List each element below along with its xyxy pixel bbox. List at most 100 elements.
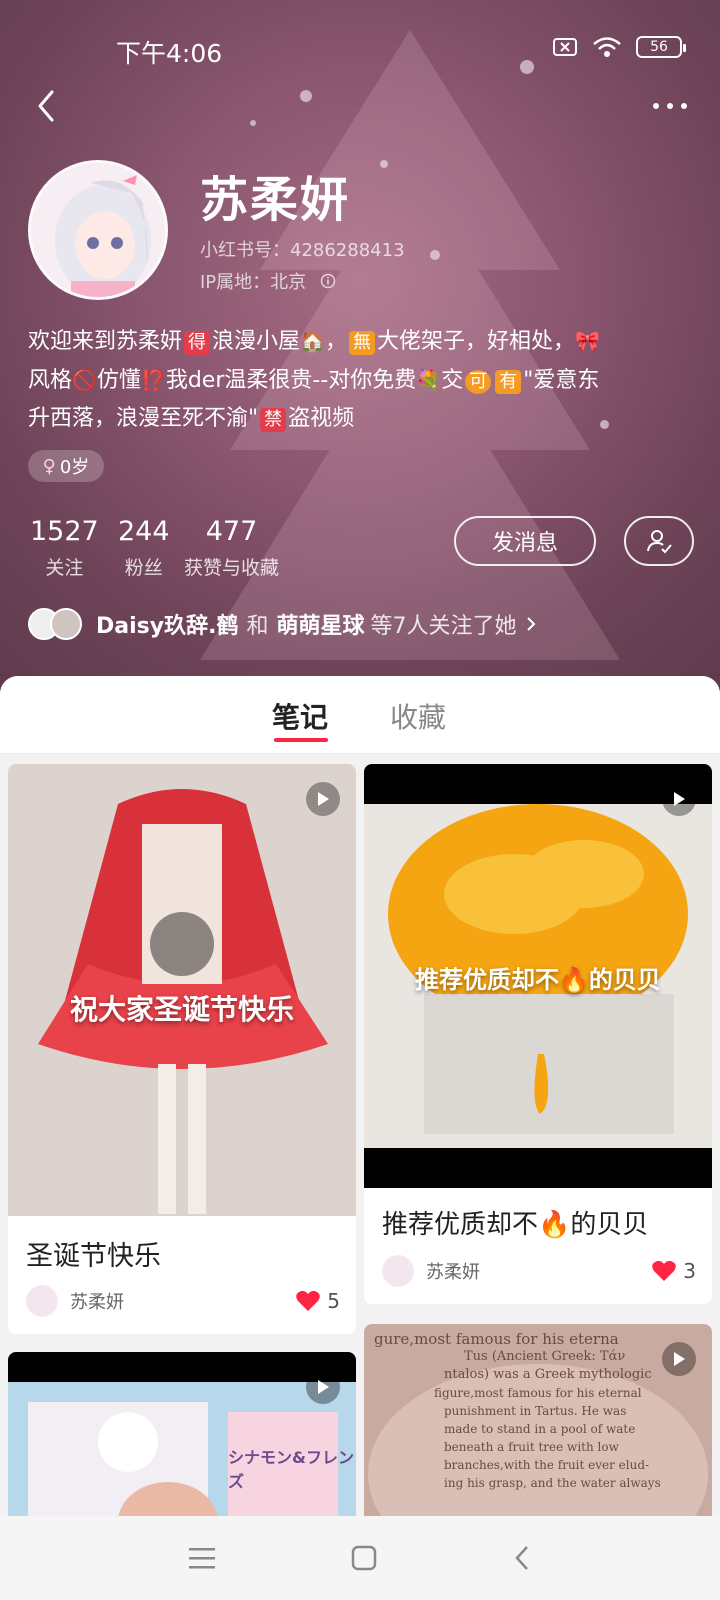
wifi-icon [593,37,621,57]
cover-text-line: figure,most famous for his eternal [434,1386,642,1400]
cover-text-line: ntalos) was a Greek mythologic [444,1367,652,1382]
like-count[interactable]: 3 [651,1259,696,1283]
info-icon[interactable] [320,273,336,289]
anime-avatar-illustration [31,163,165,297]
bio-text: 我der温柔很贵--对你免费 [165,368,417,393]
author-avatar [26,1285,58,1317]
menu-icon[interactable] [187,1545,217,1571]
gender-age-tag: ♀ 0岁 [28,450,104,482]
note-footer: 苏柔妍 3 [382,1254,696,1288]
de-badge-icon: 得 [184,331,211,355]
bio-line: 欢迎来到苏柔妍得浪漫小屋🏠，無大佬架子，好相处，🎀 [28,322,692,361]
female-icon: ♀ [42,455,56,477]
send-message-button[interactable]: 发消息 [454,516,596,566]
ke-badge-icon: 可 [465,370,492,394]
cover-text-line: punishment in Tartus. He was [444,1404,627,1418]
mutual-name-1: Daisy玖辞.鹤 [96,614,239,639]
following-label: 关注 [45,557,84,579]
back-arrow-icon[interactable] [28,86,68,126]
tab-bar: 笔记 收藏 [0,676,720,754]
back-icon[interactable] [511,1544,533,1572]
video-play-icon [662,1342,696,1376]
tab-collect[interactable]: 收藏 [390,696,446,736]
more-options-icon[interactable] [650,96,690,116]
mutual-followers[interactable]: Daisy玖辞.鹤 和 萌萌星球 等7人关注了她 [28,604,540,644]
note-card[interactable]: 祝大家圣诞节快乐 圣诞节快乐 苏柔妍 5 [8,764,356,1334]
jin-badge-icon: 禁 [260,408,287,432]
following-count: 1527 [30,516,99,547]
note-card[interactable]: 推荐优质却不🔥的贝贝 推荐优质却不🔥的贝贝 苏柔妍 3 [364,764,712,1304]
mutual-name-2: 萌萌星球 [276,614,365,639]
like-count[interactable]: 5 [295,1289,340,1313]
system-nav-bar [0,1516,720,1600]
age-text: 0岁 [59,457,90,478]
home-icon[interactable] [350,1544,378,1572]
bio-text: 风格 [28,368,73,393]
fans-label: 粉丝 [124,557,163,579]
chevron-right-icon [527,617,536,631]
profile-avatar[interactable] [28,160,168,300]
note-card[interactable]: シナモン&フレンズ [8,1352,356,1516]
video-play-icon [662,782,696,816]
cover-text-line: beneath a fruit tree with low [444,1440,619,1454]
followed-button[interactable] [624,516,694,566]
bio-text: 大佬架子，好相处， [376,329,575,354]
following-stat[interactable]: 1527 关注 [30,516,99,580]
note-title: 推荐优质却不🔥的贝贝 [382,1210,649,1240]
profile-bio: 欢迎来到苏柔妍得浪漫小屋🏠，無大佬架子，好相处，🎀 风格🚫仿懂⁉️我der温柔很… [28,322,692,438]
author-avatar [382,1255,414,1287]
cover-text-line: made to stand in a pool of wate [444,1422,636,1436]
cover-text-line: gure,most famous for his eterna [374,1330,619,1348]
ip-location: IP属地：北京 [200,272,307,293]
battery-icon: 56 [636,36,686,58]
note-footer: 苏柔妍 5 [26,1284,340,1318]
cover-text-line: ing his grasp, and the water always [444,1476,661,1490]
status-time: 下午4:06 [116,39,223,68]
cover-text-heading: Tus (Ancient Greek: Tάν [464,1349,626,1364]
heart-icon [296,1290,321,1311]
status-icons: 56 [552,36,686,58]
video-play-icon [306,782,340,816]
note-title: 圣诞节快乐 [26,1241,161,1272]
like-number: 5 [327,1289,340,1313]
author-name: 苏柔妍 [70,1292,124,1313]
bio-text: 交 [441,368,464,393]
you-badge-icon: 有 [495,370,522,394]
sim-none-icon [553,38,577,56]
user-check-icon [647,530,672,554]
likes-label: 获赞与收藏 [184,557,280,579]
cover-overlay-text: 推荐优质却不🔥的贝贝 [415,966,661,994]
cover-overlay-text: 祝大家圣诞节快乐 [69,993,294,1026]
bouquet-icon: 💐 [416,368,442,392]
cover-overlay-text: シナモン&フレンズ [228,1448,354,1491]
content-sheet: 笔记 收藏 祝大家圣诞节快乐 圣诞节快乐 苏柔妍 5 推荐优质却不🔥的贝贝 推荐… [0,676,720,1516]
author-name: 苏柔妍 [426,1262,480,1283]
video-play-icon [306,1370,340,1404]
fans-stat[interactable]: 244 粉丝 [118,516,170,580]
bio-text: 盗视频 [288,406,355,431]
cover-text-line: branches,with the fruit ever elud- [444,1458,650,1472]
profile-name: 苏柔妍 [200,172,351,228]
bio-line: 风格🚫仿懂⁉️我der温柔很贵--对你免费💐交可有 "爱意东 [28,361,692,400]
active-tab-indicator [274,738,328,742]
mutual-and: 和 [246,614,269,639]
tab-notes[interactable]: 笔记 [272,696,328,736]
note-card[interactable]: gure,most famous for his eterna Tus (Anc… [364,1324,712,1516]
bio-text: "爱意东 [523,368,600,393]
bio-text: 浪漫小屋 [212,329,301,354]
likes-stat[interactable]: 477 获赞与收藏 [184,516,279,580]
prohibited-icon: 🚫 [72,368,97,392]
battery-level: 56 [650,39,668,55]
bio-text: 欢迎来到苏柔妍 [28,329,183,354]
cover-text-block: gure,most famous for his eterna Tus (Anc… [374,1330,661,1492]
house-icon: 🏠 [300,329,325,353]
ribbon-icon: 🎀 [574,329,600,353]
status-bar: 下午4:06 56 [0,28,720,72]
heart-icon [652,1260,677,1281]
wu-badge-icon: 無 [348,331,375,355]
exclamation-question-icon: ⁉️ [140,368,166,392]
profile-id: 小红书号：4286288413 [200,240,405,261]
ip-location-row: IP属地：北京 [200,268,336,294]
like-number: 3 [683,1259,696,1283]
bio-text: 升西落，浪漫至死不渝" [28,406,259,431]
